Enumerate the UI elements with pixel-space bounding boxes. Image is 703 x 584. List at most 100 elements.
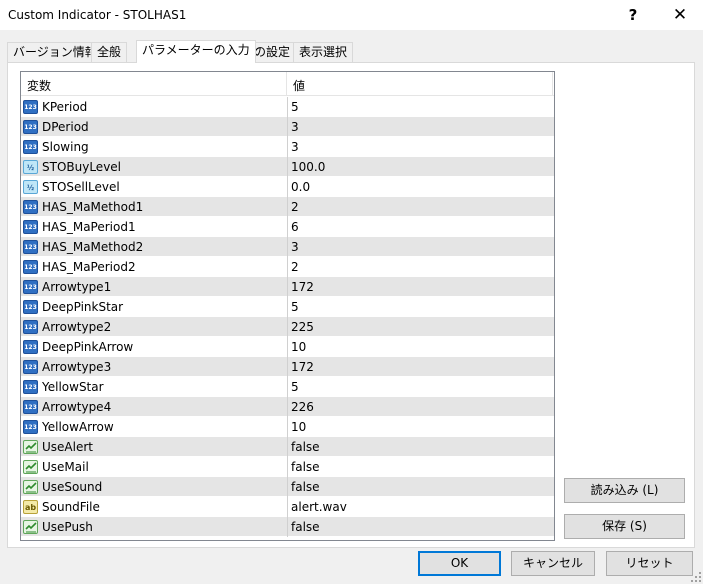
variable-cell[interactable]: 123 HAS_MaPeriod2 (21, 257, 287, 277)
table-row[interactable]: UsePush false (21, 517, 554, 537)
table-row[interactable]: 123 DPeriod 3 (21, 117, 554, 137)
variable-cell[interactable]: 123 KPeriod (21, 97, 287, 117)
column-divider[interactable] (552, 72, 553, 96)
table-row[interactable]: 123 Arrowtype2 225 (21, 317, 554, 337)
cancel-button[interactable]: キャンセル (511, 551, 595, 576)
table-row[interactable]: UseAlert false (21, 437, 554, 457)
table-row[interactable]: 123 HAS_MaMethod1 2 (21, 197, 554, 217)
resize-grip-icon[interactable] (691, 572, 701, 582)
table-row[interactable]: 123 DeepPinkArrow 10 (21, 337, 554, 357)
value-cell[interactable]: 3 (287, 137, 554, 157)
variable-cell[interactable]: UsePush (21, 517, 287, 537)
value-cell[interactable]: false (287, 517, 554, 537)
column-header-variable[interactable]: 変数 (27, 77, 51, 94)
variable-cell[interactable]: 123 HAS_MaMethod1 (21, 197, 287, 217)
variable-name: DeepPinkArrow (42, 340, 134, 354)
variable-name: HAS_MaPeriod2 (42, 260, 136, 274)
integer-icon: 123 (23, 260, 38, 274)
variable-cell[interactable]: ½ STOSellLevel (21, 177, 287, 197)
variable-value: 100.0 (291, 160, 326, 174)
help-button[interactable]: ? (610, 0, 656, 31)
table-row[interactable]: 123 DeepPinkStar 5 (21, 297, 554, 317)
boolean-icon (23, 440, 38, 454)
variable-name: HAS_MaMethod1 (42, 200, 144, 214)
variable-cell[interactable]: 123 YellowStar (21, 377, 287, 397)
variable-cell[interactable]: 123 Arrowtype2 (21, 317, 287, 337)
variable-cell[interactable]: 123 HAS_MaPeriod1 (21, 217, 287, 237)
value-cell[interactable]: 172 (287, 277, 554, 297)
table-row[interactable]: 123 HAS_MaPeriod1 6 (21, 217, 554, 237)
table-row[interactable]: 123 HAS_MaMethod2 3 (21, 237, 554, 257)
variable-cell[interactable]: 123 Arrowtype4 (21, 397, 287, 417)
variable-cell[interactable]: UseAlert (21, 437, 287, 457)
variable-cell[interactable]: 123 Arrowtype1 (21, 277, 287, 297)
table-row[interactable]: 123 Arrowtype3 172 (21, 357, 554, 377)
table-row[interactable]: ab SoundFile alert.wav (21, 497, 554, 517)
ok-button[interactable]: OK (418, 551, 501, 576)
value-cell[interactable]: 3 (287, 237, 554, 257)
variable-name: Arrowtype3 (42, 360, 112, 374)
value-cell[interactable]: 3 (287, 117, 554, 137)
value-cell[interactable]: 100.0 (287, 157, 554, 177)
integer-icon: 123 (23, 240, 38, 254)
value-cell[interactable]: 5 (287, 297, 554, 317)
title-bar: Custom Indicator - STOLHAS1 ? ✕ (0, 0, 703, 31)
variable-cell[interactable]: ab SoundFile (21, 497, 287, 517)
value-cell[interactable]: 10 (287, 417, 554, 437)
value-cell[interactable]: 2 (287, 257, 554, 277)
variable-name: SoundFile (42, 500, 100, 514)
tab-visualization[interactable]: 表示選択 (293, 42, 354, 62)
variable-cell[interactable]: ½ STOBuyLevel (21, 157, 287, 177)
variable-value: 5 (291, 300, 299, 314)
variable-cell[interactable]: UseMail (21, 457, 287, 477)
variable-cell[interactable]: 123 HAS_MaMethod2 (21, 237, 287, 257)
value-cell[interactable]: 226 (287, 397, 554, 417)
column-header-value[interactable]: 値 (293, 77, 305, 94)
value-cell[interactable]: 172 (287, 357, 554, 377)
table-row[interactable]: 123 Arrowtype1 172 (21, 277, 554, 297)
value-cell[interactable]: alert.wav (287, 497, 554, 517)
table-row[interactable]: 123 YellowStar 5 (21, 377, 554, 397)
value-cell[interactable]: 2 (287, 197, 554, 217)
table-row[interactable]: 123 HAS_MaPeriod2 2 (21, 257, 554, 277)
table-row[interactable]: UseSound false (21, 477, 554, 497)
value-cell[interactable]: false (287, 457, 554, 477)
window-title: Custom Indicator - STOLHAS1 (8, 8, 187, 22)
value-cell[interactable]: 5 (287, 97, 554, 117)
variable-name: Arrowtype4 (42, 400, 112, 414)
tab-general[interactable]: 全般 (91, 42, 128, 62)
variable-value: false (291, 460, 320, 474)
value-cell[interactable]: 6 (287, 217, 554, 237)
load-button[interactable]: 読み込み (L) (564, 478, 685, 503)
tab-version-info[interactable]: バージョン情報 (7, 42, 103, 62)
variable-cell[interactable]: 123 Arrowtype3 (21, 357, 287, 377)
parameters-grid[interactable]: 変数 値 123 KPeriod 5 123 DPeriod 3 123 Slowing 3 ½ S… (20, 71, 555, 541)
value-cell[interactable]: 10 (287, 337, 554, 357)
variable-cell[interactable]: 123 DeepPinkArrow (21, 337, 287, 357)
reset-button[interactable]: リセット (606, 551, 693, 576)
table-row[interactable]: UseMail false (21, 457, 554, 477)
variable-name: KPeriod (42, 100, 88, 114)
table-row[interactable]: 123 KPeriod 5 (21, 97, 554, 117)
variable-cell[interactable]: UseSound (21, 477, 287, 497)
variable-value: alert.wav (291, 500, 347, 514)
variable-cell[interactable]: 123 DeepPinkStar (21, 297, 287, 317)
value-cell[interactable]: false (287, 437, 554, 457)
value-cell[interactable]: false (287, 477, 554, 497)
value-cell[interactable]: 5 (287, 377, 554, 397)
table-row[interactable]: ½ STOSellLevel 0.0 (21, 177, 554, 197)
save-button[interactable]: 保存 (S) (564, 514, 685, 539)
table-row[interactable]: ½ STOBuyLevel 100.0 (21, 157, 554, 177)
tab-parameters[interactable]: パラメーターの入力 (136, 40, 256, 63)
variable-cell[interactable]: 123 YellowArrow (21, 417, 287, 437)
variable-value: 0.0 (291, 180, 311, 194)
table-row[interactable]: 123 Arrowtype4 226 (21, 397, 554, 417)
variable-cell[interactable]: 123 DPeriod (21, 117, 287, 137)
value-cell[interactable]: 0.0 (287, 177, 554, 197)
variable-cell[interactable]: 123 Slowing (21, 137, 287, 157)
table-row[interactable]: 123 YellowArrow 10 (21, 417, 554, 437)
value-cell[interactable]: 225 (287, 317, 554, 337)
close-button[interactable]: ✕ (657, 0, 703, 31)
column-divider[interactable] (286, 72, 287, 96)
table-row[interactable]: 123 Slowing 3 (21, 137, 554, 157)
